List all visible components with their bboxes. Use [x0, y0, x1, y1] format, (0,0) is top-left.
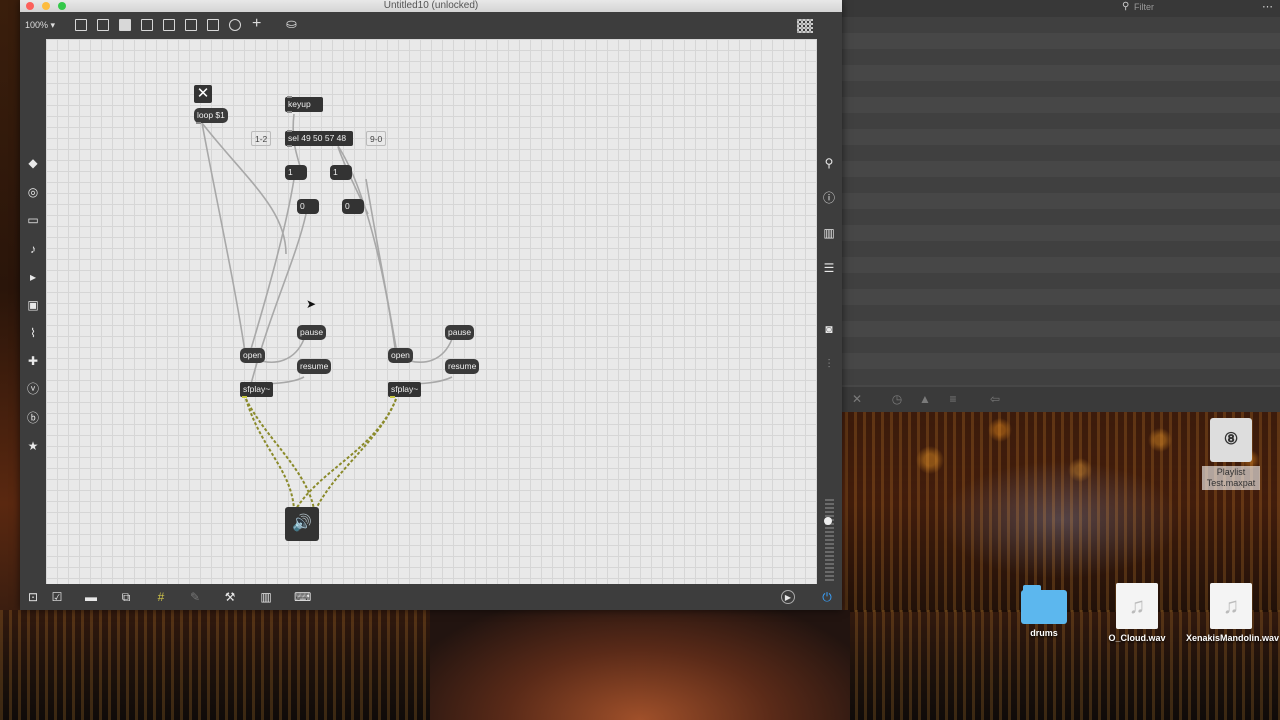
level-meter[interactable]: [825, 499, 834, 583]
folder-icon: [1021, 585, 1067, 624]
number-box[interactable]: 0: [342, 199, 364, 214]
list-icon[interactable]: ≡: [946, 392, 960, 406]
grid-snap-icon[interactable]: #: [154, 590, 168, 604]
book-icon[interactable]: ▥: [822, 226, 836, 240]
patch-cords: [201, 113, 453, 510]
back-icon[interactable]: ⇦: [988, 392, 1002, 406]
desktop-item-label: drums: [1030, 628, 1058, 638]
star-icon[interactable]: ★: [26, 439, 40, 453]
resume-message[interactable]: resume: [297, 359, 332, 374]
max-patch-icon: ⑧: [1210, 418, 1252, 462]
desktop-item-playlist-test[interactable]: ⑧ Playlist Test.maxpat: [1202, 418, 1260, 490]
puzzle-icon[interactable]: ✚: [26, 354, 40, 368]
resume-message[interactable]: resume: [445, 359, 480, 374]
presentation-icon[interactable]: ▬: [84, 590, 98, 604]
dial-icon[interactable]: [229, 19, 241, 31]
slider-icon[interactable]: [207, 19, 219, 31]
speaker-icon[interactable]: 🔊: [285, 507, 319, 541]
piano-icon[interactable]: ▥: [259, 590, 273, 604]
new-object-icon[interactable]: [75, 19, 87, 31]
sfplay-object[interactable]: sfplay~: [240, 382, 274, 398]
list-icon[interactable]: ☰: [822, 261, 836, 275]
sfplay-object[interactable]: sfplay~: [388, 382, 422, 398]
paint-bucket-icon[interactable]: ⛀: [286, 16, 297, 32]
close-icon[interactable]: ✕: [850, 392, 864, 406]
message-icon[interactable]: [97, 19, 109, 31]
media-icon[interactable]: ▭: [26, 213, 40, 227]
clip-icon[interactable]: ⌇: [26, 326, 40, 340]
filter-input[interactable]: Filter: [1134, 2, 1154, 12]
number-box[interactable]: 0: [297, 199, 319, 214]
mouse-cursor-icon: ➤: [306, 297, 317, 311]
desktop-item-label: Playlist Test.maxpat: [1202, 466, 1260, 490]
filter-bar: ⚲ Filter ⋯: [842, 0, 1280, 17]
road-reflection: [430, 610, 850, 720]
layers-icon[interactable]: ⧉: [119, 590, 133, 604]
panel-footer: ✕ ◷ ▲ ≡ ⇦: [842, 387, 1280, 412]
mixer-icon[interactable]: ⫶: [822, 357, 836, 371]
close-window-button[interactable]: [26, 2, 34, 10]
power-icon[interactable]: ⏻: [820, 590, 834, 604]
grid-icon[interactable]: [797, 19, 813, 33]
warning-icon[interactable]: ▲: [918, 392, 932, 406]
open-message[interactable]: open: [240, 348, 265, 363]
info-icon[interactable]: ⓘ: [822, 191, 836, 205]
toggle-icon[interactable]: [163, 19, 175, 31]
file-list[interactable]: [842, 17, 1280, 387]
pause-message[interactable]: pause: [445, 325, 475, 340]
window-title: Untitled10 (unlocked): [383, 0, 479, 11]
desktop-item-o-cloud[interactable]: ♫ O_Cloud.wav: [1103, 583, 1171, 644]
loop-message[interactable]: loop $1: [194, 108, 228, 124]
file-browser-panel: ⚲ Filter ⋯ ✕ ◷ ▲ ≡ ⇦: [842, 0, 1280, 412]
zoom-select[interactable]: 100% ▾: [25, 20, 55, 31]
loop-toggle[interactable]: ✕: [194, 85, 212, 103]
number-icon[interactable]: [185, 19, 197, 31]
packages-icon[interactable]: ◆: [26, 156, 40, 170]
left-sidebar: ◆ ◎ ▭ ♪ ▸ ▣ ⌇ ✚ ⓥ ⓑ ★: [20, 39, 46, 584]
patcher-canvas[interactable]: ✕ loop $1 keyup sel 49 50 57 48 1-2 9-0 …: [46, 39, 817, 584]
clock-icon[interactable]: ◷: [890, 392, 904, 406]
image-icon[interactable]: ▣: [26, 298, 40, 312]
comment-icon[interactable]: [119, 19, 131, 31]
right-sidebar: ⚲ ⓘ ▥ ☰ ◙ ⫶: [817, 39, 842, 584]
keyup-object[interactable]: keyup: [285, 96, 323, 113]
title-bar: Untitled10 (unlocked): [20, 0, 842, 12]
audio-file-icon: ♫: [1210, 583, 1252, 629]
comment-9-0[interactable]: 9-0: [366, 131, 387, 146]
b-icon[interactable]: ⓑ: [26, 411, 40, 425]
debug-icon[interactable]: ✎: [188, 590, 202, 604]
more-options-icon[interactable]: ⋯: [1262, 0, 1273, 13]
desktop-item-xenakis[interactable]: ♫ XenakisMandolin.wav: [1186, 583, 1280, 644]
minimize-window-button[interactable]: [42, 2, 50, 10]
comment-1-2[interactable]: 1-2: [251, 131, 272, 146]
desktop-item-label: XenakisMandolin.wav: [1186, 633, 1280, 643]
gain-slider-knob[interactable]: [824, 517, 832, 525]
max-patcher-window: Untitled10 (unlocked) 100% ▾ + ⛀ ◆ ◎ ▭ ♪…: [20, 0, 842, 610]
add-icon[interactable]: +: [252, 15, 261, 33]
patcher-toolbar: 100% ▾ + ⛀: [20, 12, 842, 39]
desktop-item-label: O_Cloud.wav: [1108, 633, 1166, 643]
wrench-icon[interactable]: ⚒: [223, 590, 237, 604]
target-icon[interactable]: ◎: [26, 185, 40, 199]
number-box[interactable]: 1: [285, 165, 307, 180]
lock-icon[interactable]: ⊡: [26, 590, 40, 604]
button-icon[interactable]: [141, 19, 153, 31]
keyboard-icon[interactable]: ⌨: [294, 590, 311, 604]
v-icon[interactable]: ⓥ: [26, 382, 40, 396]
desktop-item-drums[interactable]: drums: [1014, 585, 1074, 639]
sel-object[interactable]: sel 49 50 57 48: [285, 130, 353, 147]
play-icon[interactable]: ▶: [781, 590, 795, 604]
audio-file-icon: ♫: [1116, 583, 1158, 629]
audio-icon[interactable]: ▸: [26, 270, 40, 284]
search-icon[interactable]: ⚲: [822, 156, 836, 170]
edit-icon[interactable]: ☑: [50, 590, 64, 604]
zoom-window-button[interactable]: [58, 2, 66, 10]
bottom-toolbar: ⊡ ☑ ▬ ⧉ # ✎ ⚒ ▥ ⌨ ▶ ⏻: [20, 584, 842, 610]
music-note-icon[interactable]: ♪: [26, 242, 40, 256]
pause-message[interactable]: pause: [297, 325, 327, 340]
number-box[interactable]: 1: [330, 165, 352, 180]
camera-icon[interactable]: ◙: [822, 322, 836, 336]
search-icon: ⚲: [1122, 1, 1130, 12]
open-message[interactable]: open: [388, 348, 413, 363]
